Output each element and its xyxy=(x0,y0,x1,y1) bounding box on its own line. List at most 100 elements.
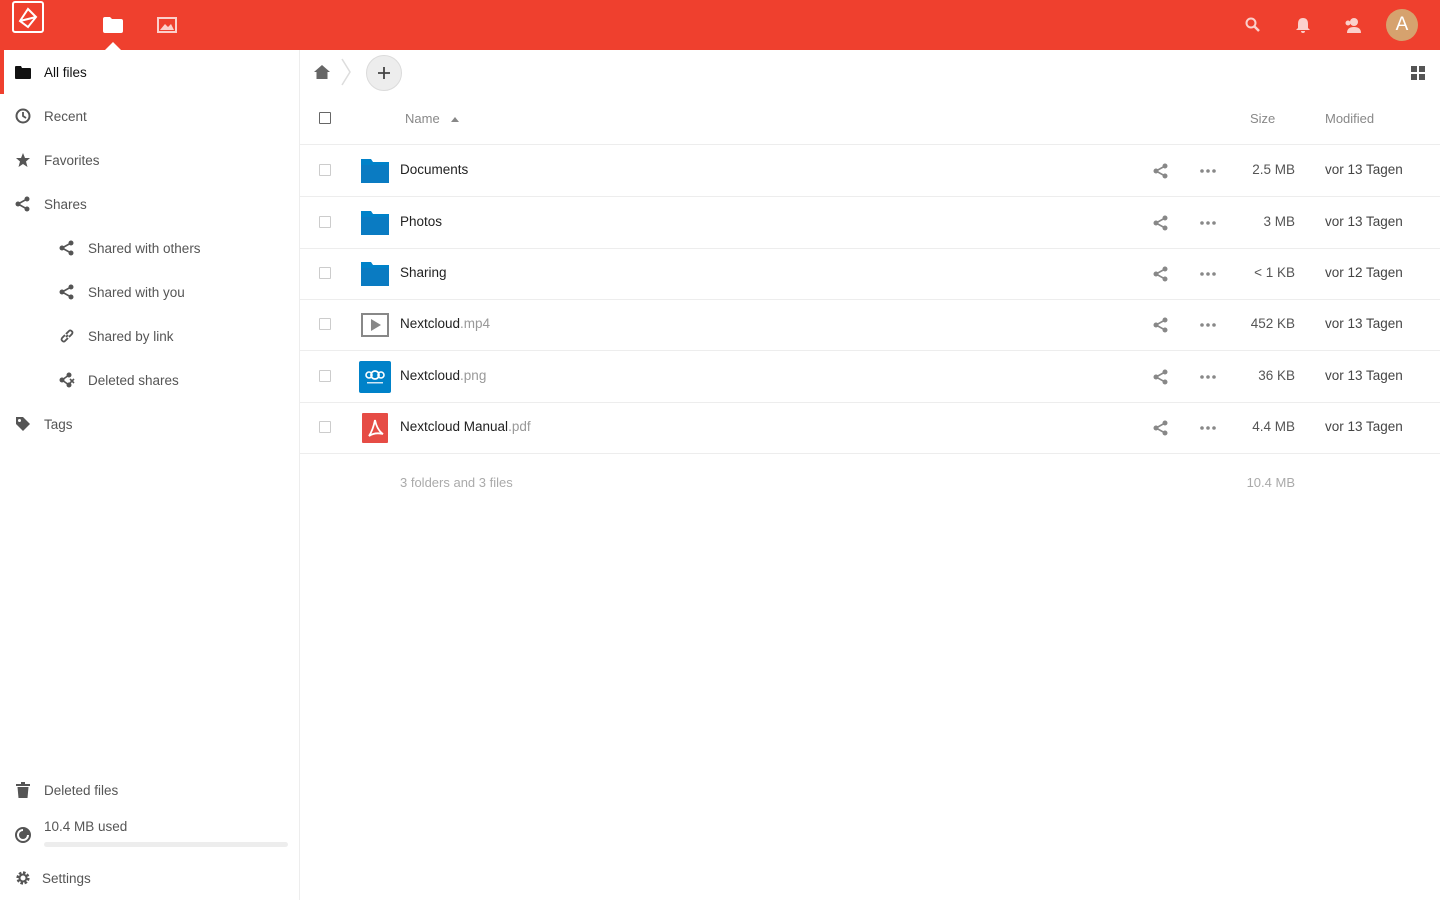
file-name[interactable]: Documents xyxy=(400,162,468,177)
row-checkbox[interactable] xyxy=(319,164,331,176)
top-bar: A xyxy=(0,0,1440,50)
file-size: 452 KB xyxy=(1250,316,1295,331)
sidebar-item-deleted-shares[interactable]: Deleted shares xyxy=(0,358,299,402)
breadcrumb-separator xyxy=(340,58,352,86)
search-icon[interactable] xyxy=(1242,14,1264,36)
row-checkbox[interactable] xyxy=(319,421,331,433)
tag-icon xyxy=(14,415,32,433)
file-name[interactable]: Nextcloud Manual.pdf xyxy=(400,419,531,434)
sidebar-item-tags[interactable]: Tags xyxy=(0,402,299,446)
column-name-header[interactable]: Name xyxy=(405,111,440,126)
sidebar-item-shared-with-you[interactable]: Shared with you xyxy=(0,270,299,314)
sidebar-item-shares[interactable]: Shares xyxy=(0,182,299,226)
more-actions-icon[interactable] xyxy=(1199,369,1217,385)
sidebar-item-shared-with-others[interactable]: Shared with others xyxy=(0,226,299,270)
share-icon xyxy=(58,239,76,257)
files-app-icon[interactable] xyxy=(101,13,125,37)
sidebar-item-all-files[interactable]: All files xyxy=(0,50,299,94)
gallery-app-icon[interactable] xyxy=(155,13,179,37)
file-row[interactable]: Nextcloud.mp4 452 KB vor 13 Tagen xyxy=(300,299,1440,351)
new-file-button[interactable] xyxy=(366,55,402,91)
folder-icon xyxy=(359,207,391,239)
folder-icon xyxy=(359,258,391,290)
home-icon[interactable] xyxy=(314,64,332,82)
file-name[interactable]: Nextcloud.mp4 xyxy=(400,316,490,331)
file-list-header: Name Size Modified xyxy=(300,100,1440,145)
file-row[interactable]: Nextcloud.png 36 KB vor 13 Tagen xyxy=(300,351,1440,403)
sort-ascending-icon xyxy=(451,117,459,122)
share-icon[interactable] xyxy=(1153,420,1169,436)
gear-icon xyxy=(14,869,32,887)
more-actions-icon[interactable] xyxy=(1199,215,1217,231)
grid-view-toggle-icon[interactable] xyxy=(1410,65,1426,81)
share-icon[interactable] xyxy=(1153,369,1169,385)
link-icon xyxy=(58,327,76,345)
file-modified: vor 13 Tagen xyxy=(1325,368,1403,383)
file-row[interactable]: Nextcloud Manual.pdf 4.4 MB vor 13 Tagen xyxy=(300,402,1440,454)
more-actions-icon[interactable] xyxy=(1199,163,1217,179)
sidebar-item-label: Deleted files xyxy=(44,782,119,798)
row-checkbox[interactable] xyxy=(319,318,331,330)
file-row[interactable]: Documents 2.5 MB vor 13 Tagen xyxy=(300,145,1440,197)
notifications-bell-icon[interactable] xyxy=(1292,14,1314,36)
sidebar-quota: 10.4 MB used xyxy=(0,810,299,854)
file-name[interactable]: Nextcloud.png xyxy=(400,368,486,383)
more-actions-icon[interactable] xyxy=(1199,266,1217,282)
trash-icon xyxy=(14,781,32,799)
file-name[interactable]: Photos xyxy=(400,214,442,229)
file-size: 4.4 MB xyxy=(1252,419,1295,434)
files-content: Name Size Modified Documents 2.5 MB vor … xyxy=(300,50,1440,900)
share-icon[interactable] xyxy=(1153,215,1169,231)
nextcloud-logo-icon[interactable] xyxy=(12,1,44,33)
user-avatar[interactable]: A xyxy=(1386,9,1418,41)
column-modified-header[interactable]: Modified xyxy=(1325,111,1374,126)
sidebar-item-favorites[interactable]: Favorites xyxy=(0,138,299,182)
row-checkbox[interactable] xyxy=(319,216,331,228)
clock-icon xyxy=(14,107,32,125)
file-size: 2.5 MB xyxy=(1252,162,1295,177)
file-row[interactable]: Photos 3 MB vor 13 Tagen xyxy=(300,197,1440,249)
share-icon[interactable] xyxy=(1153,163,1169,179)
quota-progress-bar xyxy=(44,842,288,847)
deleted-share-icon xyxy=(58,371,76,389)
image-thumbnail xyxy=(359,361,391,393)
select-all-checkbox[interactable] xyxy=(319,112,331,124)
share-icon xyxy=(58,283,76,301)
sidebar-item-label: Shared with you xyxy=(88,284,185,300)
file-size: 36 KB xyxy=(1258,368,1295,383)
sidebar-item-deleted-files[interactable]: Deleted files xyxy=(0,768,299,812)
more-actions-icon[interactable] xyxy=(1199,317,1217,333)
sidebar-item-label: Shared by link xyxy=(88,328,174,344)
contacts-icon[interactable] xyxy=(1342,14,1364,36)
folder-icon xyxy=(14,63,32,81)
sidebar-item-label: Shares xyxy=(44,196,87,212)
quota-pie-icon xyxy=(14,826,32,844)
row-checkbox[interactable] xyxy=(319,370,331,382)
file-size: < 1 KB xyxy=(1254,265,1295,280)
sidebar-item-label: Recent xyxy=(44,108,87,124)
file-size: 3 MB xyxy=(1263,214,1295,229)
sidebar-item-settings[interactable]: Settings xyxy=(0,856,299,900)
file-list-total-size: 10.4 MB xyxy=(1246,475,1295,490)
file-modified: vor 12 Tagen xyxy=(1325,265,1403,280)
file-modified: vor 13 Tagen xyxy=(1325,162,1403,177)
row-checkbox[interactable] xyxy=(319,267,331,279)
more-actions-icon[interactable] xyxy=(1199,420,1217,436)
sidebar-item-label: Deleted shares xyxy=(88,372,179,388)
active-app-indicator xyxy=(105,42,121,50)
video-file-icon xyxy=(359,309,391,341)
sidebar-item-shared-by-link[interactable]: Shared by link xyxy=(0,314,299,358)
share-icon[interactable] xyxy=(1153,317,1169,333)
file-name[interactable]: Sharing xyxy=(400,265,447,280)
file-list-summary: 3 folders and 3 files xyxy=(400,475,513,490)
sidebar-item-recent[interactable]: Recent xyxy=(0,94,299,138)
file-modified: vor 13 Tagen xyxy=(1325,316,1403,331)
sidebar-item-label: All files xyxy=(44,64,87,80)
sidebar-item-label: Shared with others xyxy=(88,240,201,256)
quota-label: 10.4 MB used xyxy=(44,819,128,834)
file-row[interactable]: Sharing < 1 KB vor 12 Tagen xyxy=(300,248,1440,300)
column-size-header[interactable]: Size xyxy=(1250,111,1275,126)
share-icon[interactable] xyxy=(1153,266,1169,282)
star-icon xyxy=(14,151,32,169)
file-modified: vor 13 Tagen xyxy=(1325,214,1403,229)
